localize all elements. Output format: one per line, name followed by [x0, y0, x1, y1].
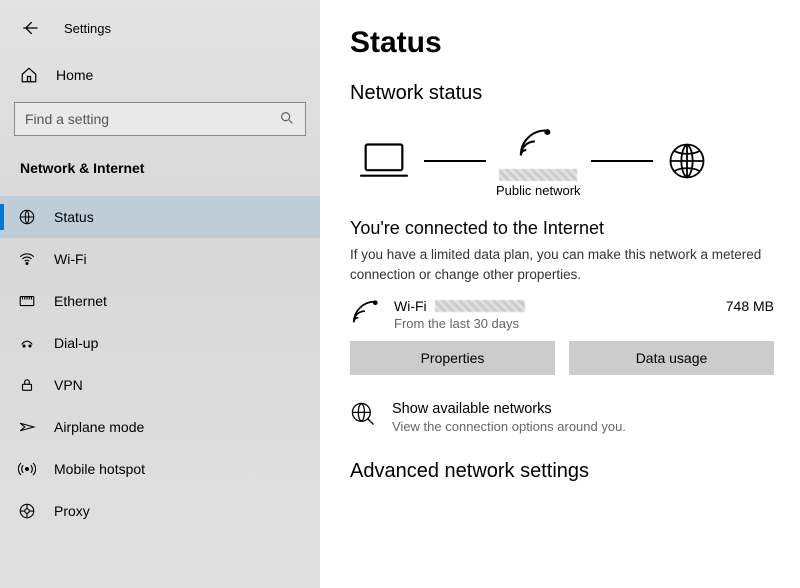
dialup-icon [18, 334, 36, 352]
wifi-signal-icon [513, 123, 563, 163]
advanced-settings-heading: Advanced network settings [350, 460, 774, 483]
show-available-networks[interactable]: Show available networks View the connect… [350, 401, 774, 434]
sidebar-item-label: Proxy [54, 503, 90, 519]
search-input[interactable] [25, 111, 265, 127]
search-box[interactable] [14, 102, 306, 136]
network-status-heading: Network status [350, 82, 774, 105]
hotspot-icon [18, 460, 36, 478]
back-arrow-icon[interactable] [20, 18, 40, 38]
network-diagram: Public network [350, 123, 774, 198]
sidebar-item-label: Dial-up [54, 335, 98, 351]
sidebar-item-label: VPN [54, 377, 83, 393]
properties-button[interactable]: Properties [350, 341, 555, 375]
wifi-icon [18, 250, 36, 268]
sidebar-item-hotspot[interactable]: Mobile hotspot [0, 448, 320, 490]
nav-list: Status Wi-Fi Ethernet Dial-up [14, 196, 306, 532]
proxy-icon [18, 502, 36, 520]
airplane-icon [18, 418, 36, 436]
laptop-icon [354, 139, 414, 183]
connector-line [424, 160, 486, 162]
ethernet-icon [18, 292, 36, 310]
sidebar-item-status[interactable]: Status [0, 196, 320, 238]
sidebar-item-vpn[interactable]: VPN [0, 364, 320, 406]
connection-subtext: From the last 30 days [394, 316, 712, 331]
page-title: Status [350, 26, 774, 60]
sidebar: Settings Home Network & Internet Status [0, 0, 320, 588]
connection-summary: Wi-Fi From the last 30 days 748 MB [350, 298, 774, 331]
sidebar-home-label: Home [56, 67, 93, 83]
sidebar-item-dialup[interactable]: Dial-up [0, 322, 320, 364]
sidebar-item-proxy[interactable]: Proxy [0, 490, 320, 532]
ssid-redacted [499, 169, 577, 181]
globe-icon [18, 208, 36, 226]
connected-description: If you have a limited data plan, you can… [350, 245, 770, 284]
connector-line [591, 160, 653, 162]
sidebar-home[interactable]: Home [14, 56, 306, 94]
sidebar-item-wifi[interactable]: Wi-Fi [0, 238, 320, 280]
wifi-icon [350, 298, 380, 331]
home-icon [20, 66, 38, 84]
available-networks-title: Show available networks [392, 401, 626, 417]
sidebar-item-ethernet[interactable]: Ethernet [0, 280, 320, 322]
data-usage-amount: 748 MB [726, 298, 774, 314]
sidebar-item-airplane[interactable]: Airplane mode [0, 406, 320, 448]
network-type-label: Public network [496, 183, 581, 198]
vpn-icon [18, 376, 36, 394]
internet-globe-icon [663, 137, 711, 185]
sidebar-item-label: Mobile hotspot [54, 461, 145, 477]
sidebar-item-label: Ethernet [54, 293, 107, 309]
search-icon [279, 110, 295, 129]
data-usage-button[interactable]: Data usage [569, 341, 774, 375]
connected-title: You're connected to the Internet [350, 218, 774, 239]
sidebar-item-label: Wi-Fi [54, 251, 87, 267]
sidebar-item-label: Airplane mode [54, 419, 144, 435]
sidebar-item-label: Status [54, 209, 94, 225]
available-networks-subtitle: View the connection options around you. [392, 419, 626, 434]
sidebar-section-label: Network & Internet [14, 154, 306, 182]
connection-type: Wi-Fi [394, 298, 427, 314]
window-title: Settings [64, 21, 111, 36]
ssid-redacted [435, 300, 525, 312]
main-content: Status Network status Public network [320, 0, 800, 588]
globe-search-icon [350, 401, 376, 430]
